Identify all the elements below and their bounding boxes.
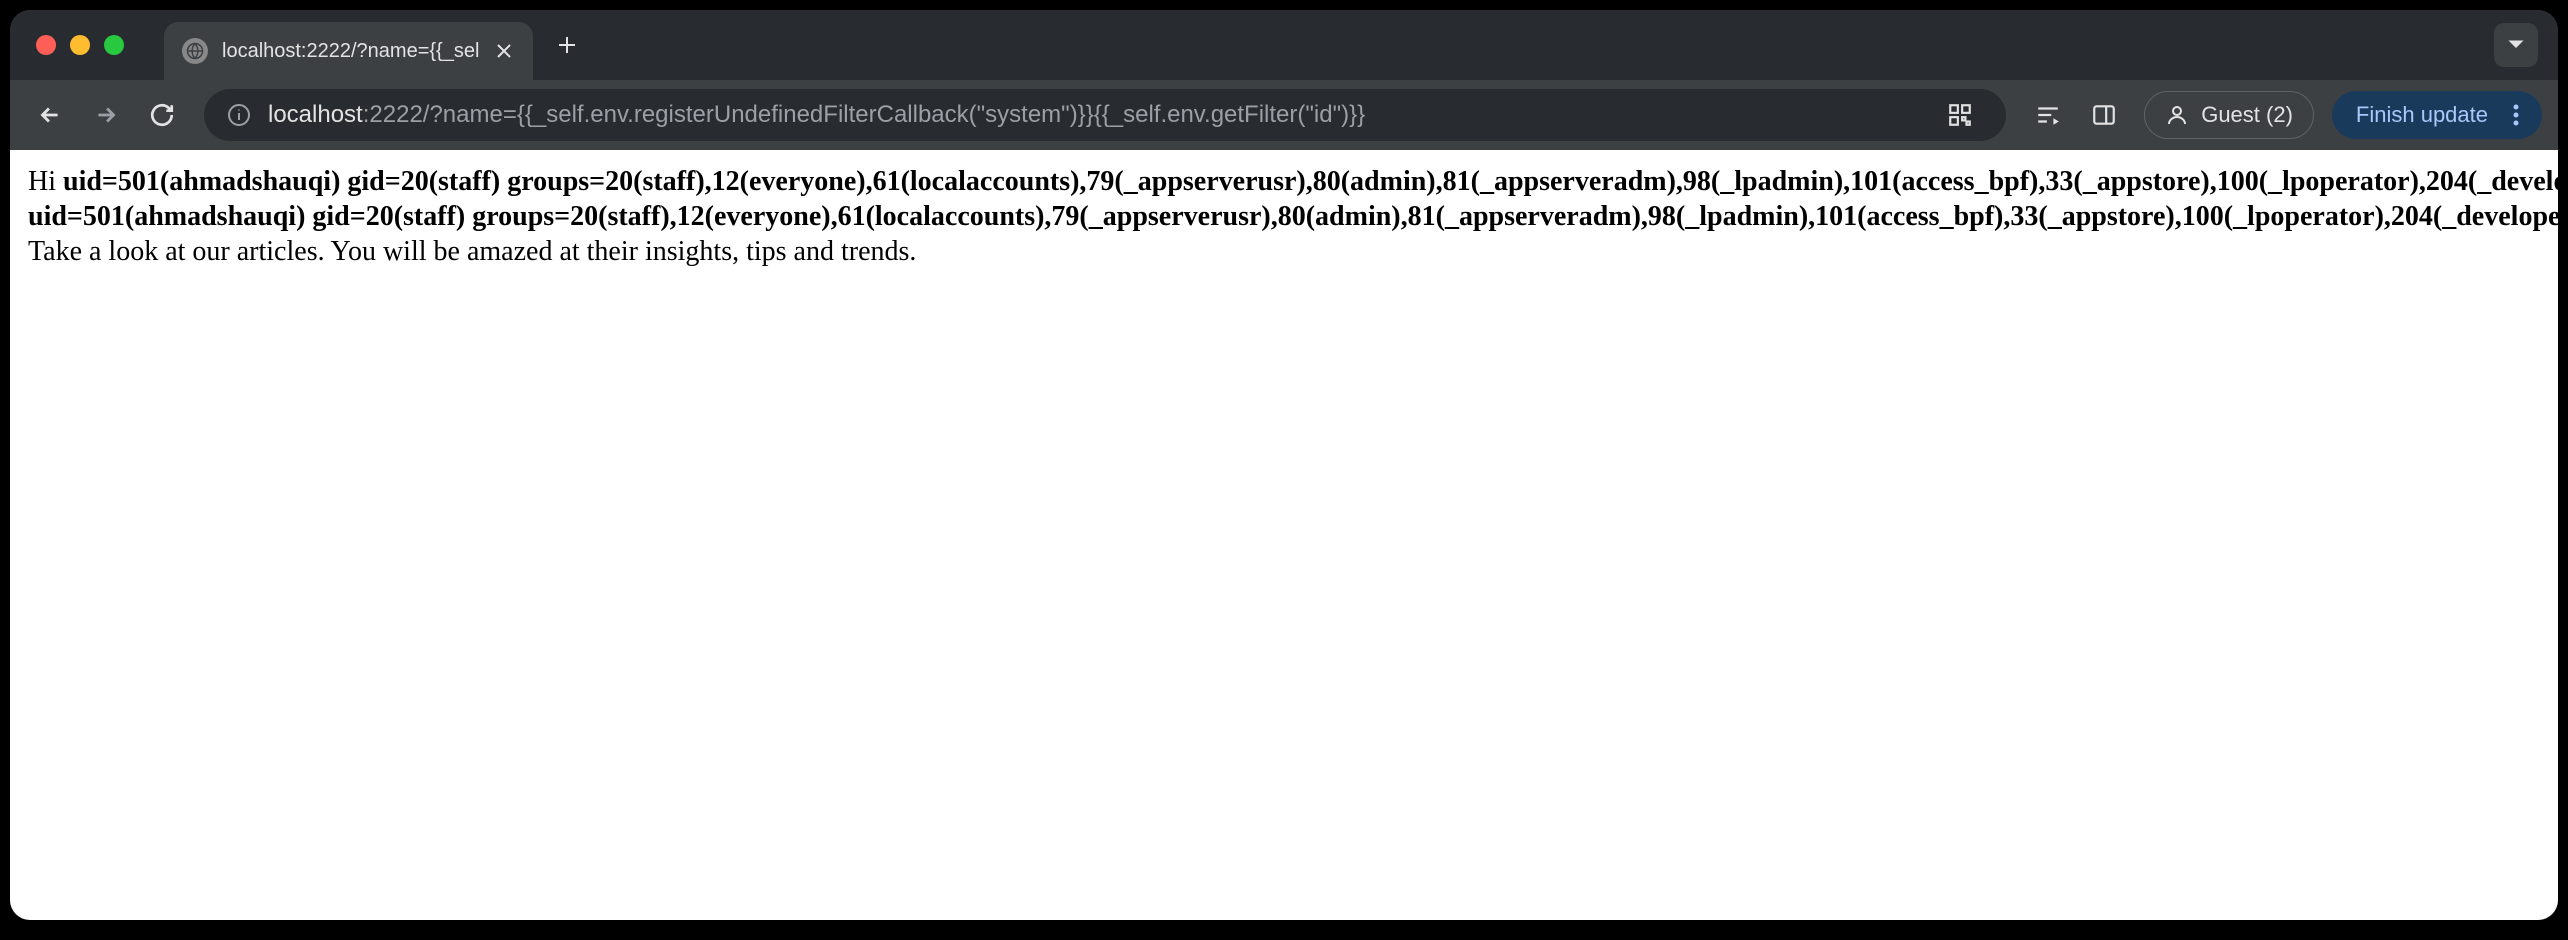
id-output-line1: uid=501(ahmadshauqi) gid=20(staff) group…: [63, 166, 2558, 197]
tabs-dropdown-button[interactable]: [2494, 23, 2538, 67]
window-maximize-button[interactable]: [104, 35, 124, 55]
profile-label: Guest (2): [2201, 102, 2293, 128]
finish-update-button[interactable]: Finish update: [2332, 91, 2542, 139]
update-label: Finish update: [2356, 102, 2488, 128]
site-info-icon[interactable]: [226, 102, 252, 128]
window-close-button[interactable]: [36, 35, 56, 55]
person-icon: [2165, 103, 2189, 127]
tab-title: localhost:2222/?name={{_sel: [222, 40, 479, 63]
title-bar: localhost:2222/?name={{_sel: [10, 10, 2558, 80]
back-button[interactable]: [26, 91, 74, 139]
profile-button[interactable]: Guest (2): [2144, 91, 2314, 139]
media-control-icon[interactable]: [2024, 91, 2072, 139]
browser-tab[interactable]: localhost:2222/?name={{_sel: [164, 22, 533, 80]
tab-strip: localhost:2222/?name={{_sel: [164, 10, 587, 80]
close-tab-button[interactable]: [493, 40, 515, 62]
page-content: Hi uid=501(ahmadshauqi) gid=20(staff) gr…: [10, 150, 2558, 920]
address-bar[interactable]: localhost:2222/?name={{_self.env.registe…: [204, 89, 2006, 141]
side-panel-icon[interactable]: [2080, 91, 2128, 139]
traffic-lights: [36, 35, 124, 55]
tagline-text: Take a look at our articles. You will be…: [28, 234, 2540, 269]
kebab-menu-icon[interactable]: [2498, 104, 2534, 126]
id-output-line2: uid=501(ahmadshauqi) gid=20(staff) group…: [28, 201, 2558, 232]
toolbar: localhost:2222/?name={{_self.env.registe…: [10, 80, 2558, 150]
url-host: localhost: [268, 101, 363, 128]
url-path: :2222/?name={{_self.env.registerUndefine…: [363, 101, 1365, 128]
new-tab-button[interactable]: [547, 25, 587, 65]
window-minimize-button[interactable]: [70, 35, 90, 55]
url-text: localhost:2222/?name={{_self.env.registe…: [268, 101, 1920, 129]
browser-window: localhost:2222/?name={{_sel: [10, 10, 2558, 920]
greeting-text: Hi: [28, 166, 63, 197]
globe-icon: [182, 38, 208, 64]
forward-button[interactable]: [82, 91, 130, 139]
reload-button[interactable]: [138, 91, 186, 139]
qr-code-icon[interactable]: [1936, 91, 1984, 139]
